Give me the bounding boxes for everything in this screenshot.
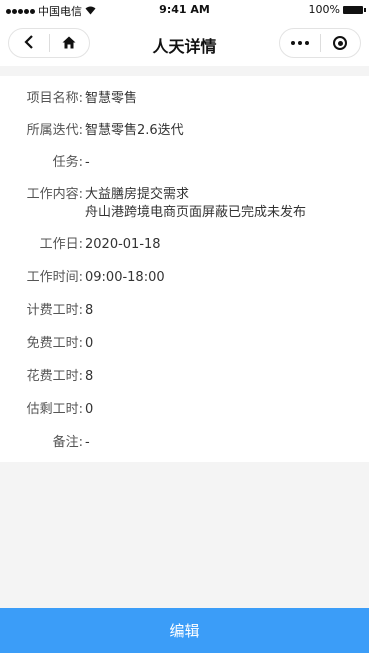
detail-value: 2020-01-18 [85,237,161,252]
detail-row-project: 项目名称: 智慧零售 [0,90,369,108]
detail-value: 8 [85,369,94,384]
detail-row-work-date: 工作日: 2020-01-18 [0,236,369,254]
detail-label: 任务: [52,155,83,170]
battery-percent: 100% [308,3,340,16]
status-right: 100% [308,3,366,16]
detail-value: 8 [85,303,94,318]
detail-card: 项目名称: 智慧零售 所属迭代: 智慧零售2.6迭代 任务: - 工作内容: 大… [0,76,369,462]
nav-bar: 人天详情 [0,20,369,66]
detail-label: 计费工时: [26,303,83,318]
status-bar: 中国电信 9:41 AM 100% [0,0,369,20]
detail-value: 智慧零售 [85,91,138,106]
detail-label: 项目名称: [26,91,83,106]
target-icon [333,36,348,50]
more-dots-icon [290,41,309,45]
edit-button[interactable]: 编辑 [0,608,369,653]
detail-row-task: 任务: - [0,154,369,172]
nav-capsule-right [279,28,361,58]
work-content-line-1: 大益膳房提交需求 [85,187,190,202]
detail-row-free-hours: 免费工时: 0 [0,335,369,353]
detail-row-billable-hours: 计费工时: 8 [0,302,369,320]
more-button[interactable] [280,29,320,57]
detail-row-work-content: 工作内容: 大益膳房提交需求 舟山港跨境电商页面屏蔽已完成未发布 [0,186,369,222]
detail-row-remark: 备注: - [0,434,369,452]
battery-icon [343,5,366,14]
detail-row-work-time: 工作时间: 09:00-18:00 [0,269,369,287]
detail-value: 大益膳房提交需求 舟山港跨境电商页面屏蔽已完成未发布 [83,186,306,222]
detail-label: 花费工时: [26,369,83,384]
detail-row-iteration: 所属迭代: 智慧零售2.6迭代 [0,122,369,140]
detail-value: 智慧零售2.6迭代 [85,123,184,138]
detail-label: 备注: [52,435,83,450]
detail-label: 工作内容: [26,187,83,202]
detail-label: 免费工时: [26,336,83,351]
detail-label: 工作时间: [26,270,83,285]
detail-value: 09:00-18:00 [85,270,165,285]
detail-label: 所属迭代: [26,123,83,138]
detail-label: 工作日: [39,237,83,252]
detail-value: - [85,155,90,170]
work-content-line-2: 舟山港跨境电商页面屏蔽已完成未发布 [85,205,307,220]
detail-row-remaining-hours: 估剩工时: 0 [0,401,369,419]
detail-value: 0 [85,336,94,351]
detail-row-spent-hours: 花费工时: 8 [0,368,369,386]
close-miniprogram-button[interactable] [321,29,361,57]
detail-value: 0 [85,402,94,417]
detail-value: - [85,435,90,450]
detail-label: 估剩工时: [26,402,83,417]
